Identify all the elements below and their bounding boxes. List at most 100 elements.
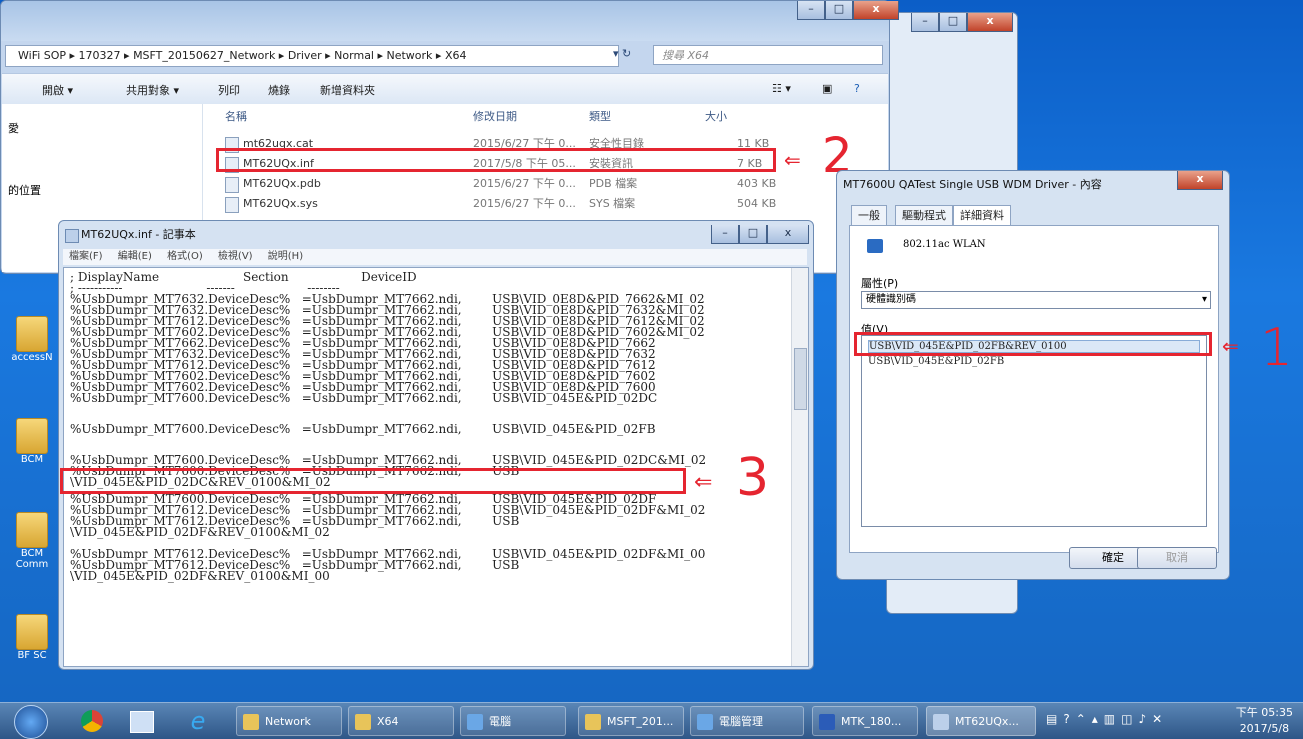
text-editor[interactable]: ; DisplayName Section DeviceID ; -------… — [63, 267, 809, 667]
cancel-button[interactable]: 取消 — [1137, 547, 1217, 569]
desktop-icon-label: BCM Comm — [15, 548, 49, 570]
menu-edit[interactable]: 編輯(E) — [118, 251, 152, 262]
vertical-scrollbar[interactable] — [791, 268, 808, 666]
folder-icon — [16, 614, 48, 650]
close-icon[interactable]: x — [853, 1, 899, 20]
word-icon — [819, 714, 835, 730]
properties-dialog: MT7600U QATest Single USB WDM Driver - 內… — [836, 170, 1230, 580]
ime-icon[interactable] — [124, 706, 160, 736]
taskbar-item-computer[interactable]: 電腦 — [460, 706, 566, 736]
arrow-icon: ⇐ — [1222, 334, 1239, 358]
close-icon[interactable]: x — [767, 225, 809, 244]
print-button[interactable]: 列印 — [218, 82, 240, 98]
menu-help[interactable]: 說明(H) — [268, 251, 303, 262]
taskbar-label: MTK_180... — [841, 715, 902, 728]
dialog-title: MT7600U QATest Single USB WDM Driver - 內… — [843, 178, 1102, 191]
taskbar-item-computer-management[interactable]: 電腦管理 — [690, 706, 804, 736]
share-button[interactable]: 共用對象 ▾ — [126, 82, 179, 98]
open-button[interactable]: 開啟 ▾ — [42, 82, 73, 98]
help-icon[interactable]: ? — [854, 82, 860, 95]
tab-details[interactable]: 詳細資料 — [953, 205, 1011, 227]
taskbar-item-mtk[interactable]: MTK_180... — [812, 706, 918, 736]
desktop-icon-bcm[interactable]: BCM — [10, 418, 54, 465]
tab-general[interactable]: 一般 — [851, 205, 887, 227]
caption-buttons: – □ x — [797, 1, 899, 21]
notepad-icon — [933, 714, 949, 730]
column-date[interactable]: 修改日期 — [473, 108, 517, 124]
column-size[interactable]: 大小 — [705, 108, 727, 124]
arrow-icon: ⇐ — [784, 148, 801, 172]
taskbar-label: 電腦 — [489, 715, 511, 728]
arrow-icon: ⇐ — [694, 470, 713, 495]
code-line-highlighted: %UsbDumpr_MT7600.DeviceDesc% =UsbDumpr_M… — [70, 422, 656, 436]
burn-button[interactable]: 燒錄 — [268, 82, 290, 98]
explorer-titlebar — [1, 1, 889, 41]
tab-driver[interactable]: 驅動程式 — [895, 205, 953, 227]
chevron-down-icon: ▾ — [1201, 294, 1207, 305]
scrollbar-thumb[interactable] — [794, 348, 807, 410]
taskbar-label: Network — [265, 715, 311, 728]
menu-bar: 檔案(F) 編輯(E) 格式(O) 檢視(V) 說明(H) — [63, 249, 807, 265]
nav-item[interactable]: 的位置 — [8, 182, 41, 198]
highlight-inf-file — [216, 148, 776, 172]
tray-icons[interactable]: ▤?⌃▴▥◫♪✕ — [1046, 712, 1168, 726]
minimize-icon[interactable]: – — [911, 13, 939, 32]
taskbar-item-x64[interactable]: X64 — [348, 706, 454, 736]
menu-view[interactable]: 檢視(V) — [218, 251, 253, 262]
caption-buttons: – □ x — [911, 13, 1013, 33]
address-bar[interactable]: WiFi SOP ▸ 170327 ▸ MSFT_20150627_Networ… — [5, 45, 619, 67]
file-row[interactable]: MT62UQx.sys 2015/6/27 下午 0... SYS 檔案 504… — [207, 194, 787, 214]
file-date: 2015/6/27 下午 0... — [473, 177, 576, 190]
view-options-icon[interactable]: ☷ ▾ — [772, 82, 791, 95]
desktop-icon-accessn[interactable]: accessN — [10, 316, 54, 363]
clock[interactable]: 下午 05:35 2017/5/8 — [1236, 705, 1293, 737]
taskbar-item-msft[interactable]: MSFT_201... — [578, 706, 684, 736]
new-folder-button[interactable]: 新增資料夾 — [320, 82, 375, 98]
taskbar-item-notepad[interactable]: MT62UQx... — [926, 706, 1036, 736]
pdb-file-icon — [225, 177, 239, 193]
device-name: 802.11ac WLAN — [903, 239, 986, 250]
folder-icon — [16, 418, 48, 454]
annotation-3: 3 — [736, 448, 770, 508]
property-select[interactable]: 硬體識別碼 ▾ — [861, 291, 1211, 309]
minimize-icon[interactable]: – — [797, 1, 825, 20]
menu-format[interactable]: 格式(O) — [167, 251, 203, 262]
taskbar-item-network[interactable]: Network — [236, 706, 342, 736]
column-name[interactable]: 名稱 — [225, 108, 247, 124]
file-name: MT62UQx.sys — [243, 197, 318, 210]
maximize-icon[interactable]: □ — [939, 13, 967, 32]
desktop-icon-bfsc[interactable]: BF SC — [10, 614, 54, 661]
value-list[interactable]: USB\VID_045E&PID_02FB&REV_0100 USB\VID_0… — [861, 335, 1207, 527]
chrome-icon[interactable] — [74, 706, 110, 736]
nav-item[interactable]: 愛 — [8, 120, 19, 136]
list-item[interactable]: USB\VID_045E&PID_02FB — [868, 356, 1004, 367]
maximize-icon[interactable]: □ — [825, 1, 853, 20]
file-date: 2015/6/27 下午 0... — [473, 197, 576, 210]
search-input[interactable]: 搜尋 X64 — [653, 45, 883, 65]
code-line: \VID_045E&PID_02DF&REV_0100&MI_02 — [70, 525, 330, 539]
highlight-device-line — [60, 468, 686, 494]
file-row[interactable]: MT62UQx.pdb 2015/6/27 下午 0... PDB 檔案 403… — [207, 174, 787, 194]
clock-date: 2017/5/8 — [1239, 722, 1290, 735]
code-line: \VID_045E&PID_02DF&REV_0100&MI_00 — [70, 569, 330, 583]
preview-pane-icon[interactable]: ▣ — [822, 82, 832, 95]
minimize-icon[interactable]: – — [711, 225, 739, 244]
maximize-icon[interactable]: □ — [739, 225, 767, 244]
close-icon[interactable]: x — [1177, 171, 1223, 190]
taskbar-label: MT62UQx... — [955, 715, 1019, 728]
notepad-icon — [65, 229, 79, 243]
taskbar-label: MSFT_201... — [607, 715, 674, 728]
desktop-icon-bcm-comm[interactable]: BCM Comm — [10, 512, 54, 570]
folder-icon — [16, 316, 48, 352]
desktop-icon-label: BF SC — [17, 650, 47, 661]
refresh-icon[interactable]: ▾ ↻ — [613, 47, 631, 60]
close-icon[interactable]: x — [967, 13, 1013, 32]
network-adapter-icon — [867, 239, 883, 253]
computer-management-icon — [697, 714, 713, 730]
menu-file[interactable]: 檔案(F) — [69, 251, 103, 262]
internet-explorer-icon[interactable]: e — [180, 706, 216, 736]
column-type[interactable]: 類型 — [589, 108, 611, 124]
caption-buttons: – □ x — [711, 225, 809, 245]
start-button[interactable] — [14, 705, 48, 739]
file-type: SYS 檔案 — [589, 197, 636, 210]
